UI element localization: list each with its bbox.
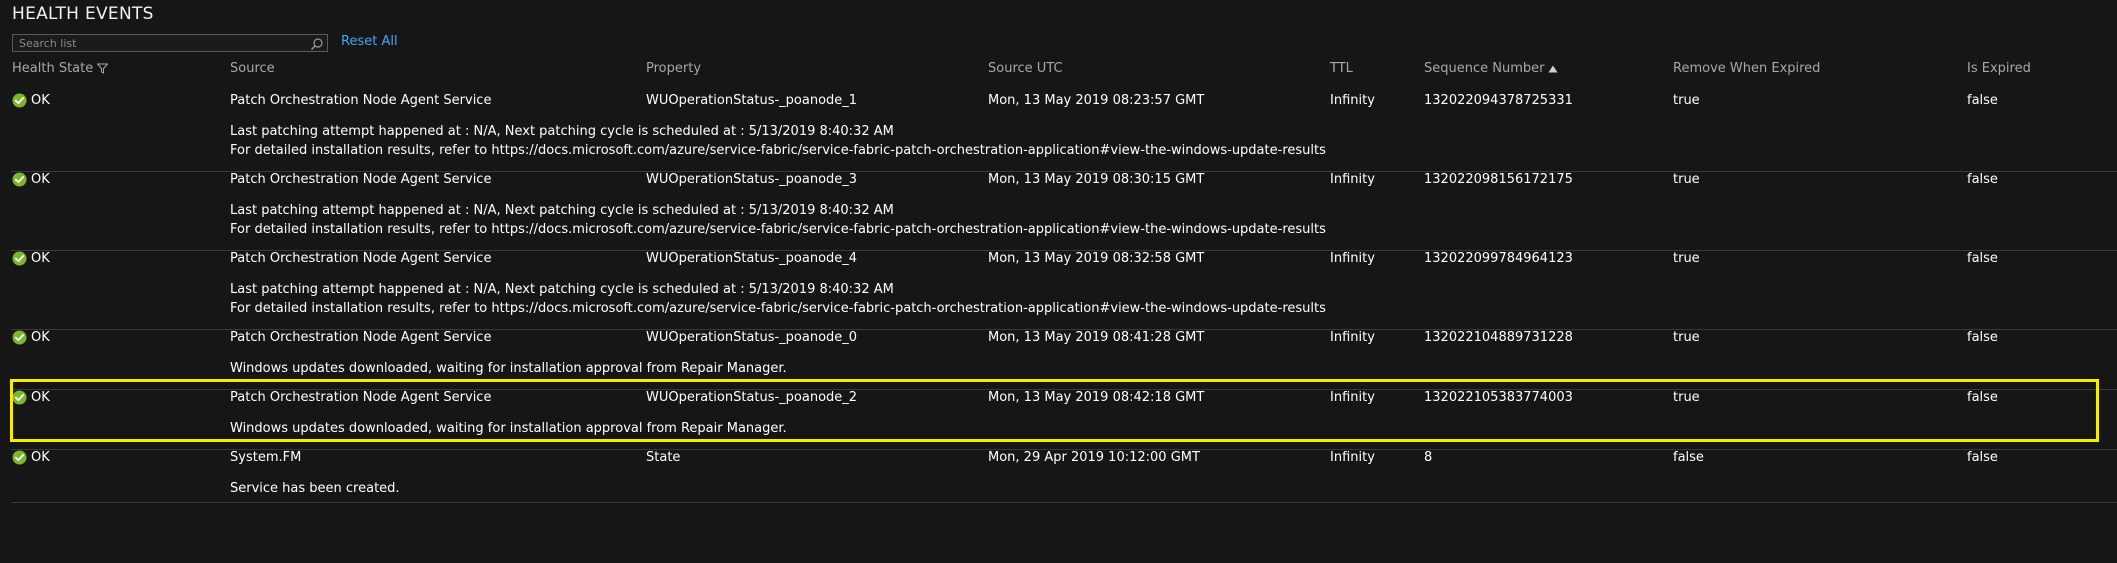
search-icon[interactable] bbox=[310, 36, 324, 50]
source-cell: Patch Orchestration Node Agent Service bbox=[230, 251, 492, 266]
check-circle-icon bbox=[12, 172, 27, 187]
table-row[interactable]: OK Patch Orchestration Node Agent Service… bbox=[11, 330, 2117, 390]
search-input[interactable] bbox=[13, 35, 309, 51]
sequence-number-cell: 132022098156172175 bbox=[1424, 172, 1573, 187]
property-cell: WUOperationStatus-_poanode_0 bbox=[646, 330, 858, 345]
source-utc-cell: Mon, 13 May 2019 08:23:57 GMT bbox=[988, 93, 1205, 108]
table-row[interactable]: OK Patch Orchestration Node Agent Service… bbox=[11, 93, 2117, 172]
ttl-cell: Infinity bbox=[1330, 251, 1375, 266]
property-cell: WUOperationStatus-_poanode_2 bbox=[646, 390, 858, 405]
check-circle-icon bbox=[12, 93, 27, 108]
event-description: Windows updates downloaded, waiting for … bbox=[230, 361, 787, 376]
table-row[interactable]: OK System.FM State Mon, 29 Apr 2019 10:12:0… bbox=[11, 450, 2117, 503]
source-cell: Patch Orchestration Node Agent Service bbox=[230, 330, 492, 345]
health-state-label: OK bbox=[31, 330, 50, 345]
is-expired-cell: false bbox=[1967, 450, 1998, 465]
event-description: For detailed installation results, refer… bbox=[230, 301, 1326, 316]
sequence-number-cell: 132022094378725331 bbox=[1424, 93, 1573, 108]
filter-icon[interactable] bbox=[96, 63, 109, 74]
column-header-sequence-number[interactable]: Sequence Number bbox=[1424, 61, 1558, 76]
check-circle-icon bbox=[12, 251, 27, 266]
source-utc-cell: Mon, 13 May 2019 08:32:58 GMT bbox=[988, 251, 1205, 266]
ttl-cell: Infinity bbox=[1330, 330, 1375, 345]
search-box[interactable] bbox=[12, 34, 328, 52]
event-description: Last patching attempt happened at : N/A,… bbox=[230, 282, 894, 297]
sort-ascending-icon bbox=[1548, 65, 1558, 72]
column-label: Health State bbox=[12, 61, 94, 76]
remove-when-expired-cell: true bbox=[1673, 172, 1700, 187]
column-label: Sequence Number bbox=[1424, 61, 1545, 76]
column-header-property[interactable]: Property bbox=[646, 61, 701, 76]
event-description: For detailed installation results, refer… bbox=[230, 143, 1326, 158]
source-cell: Patch Orchestration Node Agent Service bbox=[230, 93, 492, 108]
is-expired-cell: false bbox=[1967, 172, 1998, 187]
sequence-number-cell: 8 bbox=[1424, 450, 1433, 465]
ttl-cell: Infinity bbox=[1330, 390, 1375, 405]
event-description: For detailed installation results, refer… bbox=[230, 222, 1326, 237]
property-cell: WUOperationStatus-_poanode_4 bbox=[646, 251, 858, 266]
column-header-source[interactable]: Source bbox=[230, 61, 275, 76]
remove-when-expired-cell: false bbox=[1673, 450, 1704, 465]
source-cell: System.FM bbox=[230, 450, 302, 465]
table-row[interactable]: OK Patch Orchestration Node Agent Service… bbox=[11, 172, 2117, 251]
table-header: Health State Source Property Source UTC … bbox=[0, 61, 2117, 81]
column-header-ttl[interactable]: TTL bbox=[1330, 61, 1353, 76]
ttl-cell: Infinity bbox=[1330, 93, 1375, 108]
property-cell: WUOperationStatus-_poanode_1 bbox=[646, 93, 858, 108]
check-circle-icon bbox=[12, 330, 27, 345]
health-events-panel: HEALTH EVENTS Reset All Health State Sou… bbox=[0, 0, 2117, 563]
sequence-number-cell: 132022099784964123 bbox=[1424, 251, 1573, 266]
event-description: Last patching attempt happened at : N/A,… bbox=[230, 203, 894, 218]
check-circle-icon bbox=[12, 450, 27, 465]
sequence-number-cell: 132022105383774003 bbox=[1424, 390, 1573, 405]
check-circle-icon bbox=[12, 390, 27, 405]
source-utc-cell: Mon, 13 May 2019 08:42:18 GMT bbox=[988, 390, 1205, 405]
column-header-remove-when-expired[interactable]: Remove When Expired bbox=[1673, 61, 1820, 76]
is-expired-cell: false bbox=[1967, 330, 1998, 345]
source-utc-cell: Mon, 29 Apr 2019 10:12:00 GMT bbox=[988, 450, 1200, 465]
column-header-source-utc[interactable]: Source UTC bbox=[988, 61, 1063, 76]
remove-when-expired-cell: true bbox=[1673, 251, 1700, 266]
ttl-cell: Infinity bbox=[1330, 450, 1375, 465]
source-cell: Patch Orchestration Node Agent Service bbox=[230, 390, 492, 405]
table-row[interactable]: OK Patch Orchestration Node Agent Service… bbox=[11, 251, 2117, 330]
section-title: HEALTH EVENTS bbox=[12, 4, 154, 24]
source-utc-cell: Mon, 13 May 2019 08:30:15 GMT bbox=[988, 172, 1205, 187]
is-expired-cell: false bbox=[1967, 390, 1998, 405]
column-header-is-expired[interactable]: Is Expired bbox=[1967, 61, 2031, 76]
health-state-label: OK bbox=[31, 450, 50, 465]
health-state-label: OK bbox=[31, 251, 50, 266]
health-state-label: OK bbox=[31, 172, 50, 187]
table-row[interactable]: OK Patch Orchestration Node Agent Service… bbox=[11, 390, 2117, 450]
remove-when-expired-cell: true bbox=[1673, 330, 1700, 345]
column-header-health-state[interactable]: Health State bbox=[12, 61, 109, 76]
property-cell: State bbox=[646, 450, 681, 465]
ttl-cell: Infinity bbox=[1330, 172, 1375, 187]
is-expired-cell: false bbox=[1967, 251, 1998, 266]
sequence-number-cell: 132022104889731228 bbox=[1424, 330, 1573, 345]
source-utc-cell: Mon, 13 May 2019 08:41:28 GMT bbox=[988, 330, 1205, 345]
event-description: Service has been created. bbox=[230, 481, 400, 496]
health-state-label: OK bbox=[31, 93, 50, 108]
remove-when-expired-cell: true bbox=[1673, 390, 1700, 405]
reset-all-link[interactable]: Reset All bbox=[341, 34, 398, 49]
event-description: Windows updates downloaded, waiting for … bbox=[230, 421, 787, 436]
event-description: Last patching attempt happened at : N/A,… bbox=[230, 124, 894, 139]
remove-when-expired-cell: true bbox=[1673, 93, 1700, 108]
health-state-label: OK bbox=[31, 390, 50, 405]
source-cell: Patch Orchestration Node Agent Service bbox=[230, 172, 492, 187]
property-cell: WUOperationStatus-_poanode_3 bbox=[646, 172, 858, 187]
is-expired-cell: false bbox=[1967, 93, 1998, 108]
